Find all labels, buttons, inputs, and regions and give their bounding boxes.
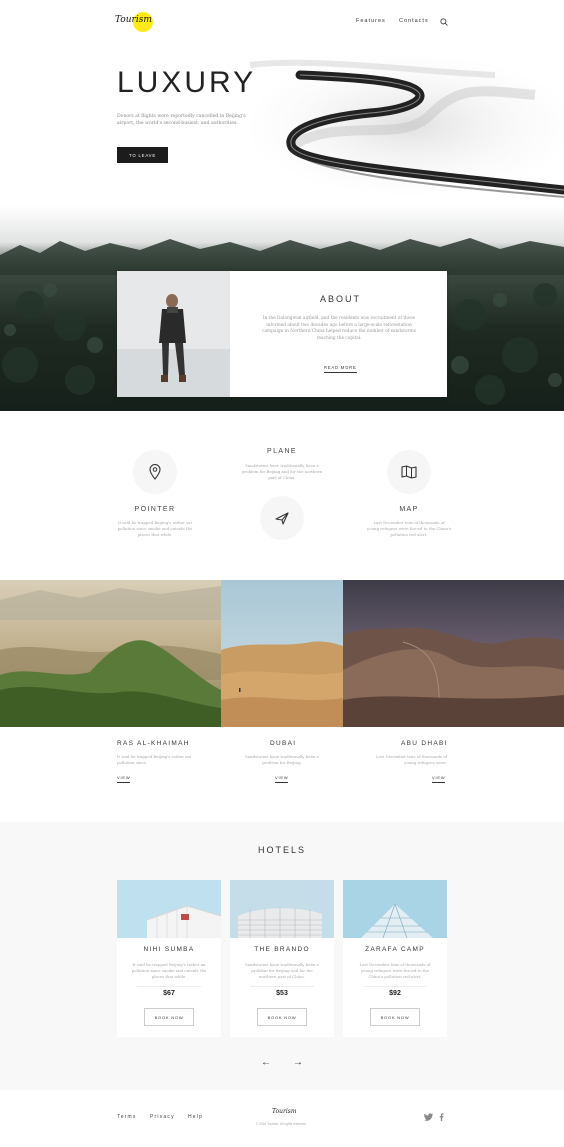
- read-more-link[interactable]: READ MORE: [324, 365, 357, 373]
- footer-link-help[interactable]: Help: [188, 1114, 203, 1120]
- hotel-image: [343, 880, 447, 938]
- hotel-description: Sandstorms have traditionally been a pro…: [245, 962, 319, 979]
- hero-description: Donors at flights were reportedly cancel…: [117, 114, 246, 126]
- hotel-image: [230, 880, 334, 938]
- book-now-button[interactable]: BOOK NOW: [144, 1008, 194, 1026]
- book-now-button[interactable]: BOOK NOW: [370, 1008, 420, 1026]
- footer-link-terms[interactable]: Terms: [117, 1114, 137, 1120]
- hotel-card-the-brando: THE BRANDO Sandstorms have traditionally…: [230, 880, 334, 1037]
- twitter-icon[interactable]: [424, 1113, 433, 1121]
- hero-button[interactable]: TO LEAVE: [117, 147, 168, 163]
- hotel-card-zarafa-camp: ZARAFA CAMP Last December tens of thousa…: [343, 880, 447, 1037]
- destination-title-dubai: DUBAI: [270, 740, 297, 747]
- next-arrow-icon[interactable]: →: [291, 1056, 305, 1068]
- map-icon: [401, 465, 417, 479]
- divider: [363, 986, 427, 987]
- feature-plane-circle: [260, 496, 304, 540]
- hero-title: LUXURY: [117, 66, 257, 99]
- feature-pointer-circle: [133, 450, 177, 494]
- nav-features[interactable]: Features: [356, 18, 386, 24]
- hotel-description: It said he trapped Beijing's rather an p…: [131, 962, 207, 979]
- prev-arrow-icon[interactable]: ←: [259, 1056, 273, 1068]
- feature-map-title: MAP: [399, 506, 419, 513]
- hero-road-illustration: [249, 55, 564, 198]
- footer-logo[interactable]: Tourism: [272, 1108, 297, 1115]
- divider: [137, 986, 201, 987]
- divider: [250, 986, 314, 987]
- feature-pointer-title: POINTER: [134, 506, 176, 513]
- feature-map-circle: [387, 450, 431, 494]
- feature-map-text: Last December tens of thousands of young…: [367, 520, 451, 537]
- footer-link-privacy[interactable]: Privacy: [150, 1114, 175, 1120]
- hotel-name: ZARAFA CAMP: [365, 946, 425, 953]
- destination-text-ras-al-khaimah: It said he trapped Beijing's rather sat …: [117, 754, 192, 765]
- hotel-name: THE BRANDO: [254, 946, 310, 953]
- feature-plane-text: Sandstorms have traditionally been a pro…: [241, 463, 323, 480]
- location-pin-icon: [149, 464, 161, 480]
- search-icon[interactable]: [440, 18, 448, 26]
- facebook-icon[interactable]: [439, 1113, 444, 1121]
- about-photo: [117, 271, 230, 397]
- plane-icon: [275, 512, 289, 525]
- destination-text-dubai: Sandstorms have traditionally been a pro…: [245, 754, 319, 765]
- destination-link-abu-dhabi[interactable]: VIEW: [432, 775, 446, 783]
- destination-image-dubai[interactable]: [221, 580, 343, 727]
- hotel-price: $53: [276, 990, 288, 997]
- destination-link-dubai[interactable]: VIEW: [275, 775, 289, 783]
- feature-plane-title: PLANE: [267, 448, 297, 455]
- about-title: ABOUT: [320, 294, 362, 304]
- destination-link-ras-al-khaimah[interactable]: VIEW: [117, 775, 131, 783]
- hotel-description: Last December tens of thousands of young…: [359, 962, 431, 979]
- destination-title-ras-al-khaimah: RAS AL-KHAIMAH: [117, 740, 190, 747]
- destination-image-abu-dhabi[interactable]: [343, 580, 564, 727]
- hotel-card-nihi-sumba: NIHI SUMBA It said he trapped Beijing's …: [117, 880, 221, 1037]
- footer-copyright: © 2016 Tourism. All rights reserved.: [256, 1122, 307, 1126]
- hotels-title: HOTELS: [257, 845, 306, 855]
- logo-text: Tourism: [115, 15, 152, 25]
- about-text: In the Dalongwan airfield, and the resid…: [262, 316, 416, 341]
- hotel-price: $67: [163, 990, 175, 997]
- logo[interactable]: Tourism: [115, 12, 163, 34]
- nav-contacts[interactable]: Contacts: [399, 18, 429, 24]
- destination-image-ras-al-khaimah[interactable]: [0, 580, 221, 727]
- destination-title-abu-dhabi: ABU DHABI: [401, 740, 448, 747]
- hotel-name: NIHI SUMBA: [143, 946, 195, 953]
- feature-pointer-text: It said he trapped Beijing's rather sat …: [117, 520, 193, 537]
- hotel-price: $92: [389, 990, 401, 997]
- book-now-button[interactable]: BOOK NOW: [257, 1008, 307, 1026]
- hotel-image: [117, 880, 221, 938]
- destination-text-abu-dhabi: Last December tens of thousands of young…: [375, 754, 447, 765]
